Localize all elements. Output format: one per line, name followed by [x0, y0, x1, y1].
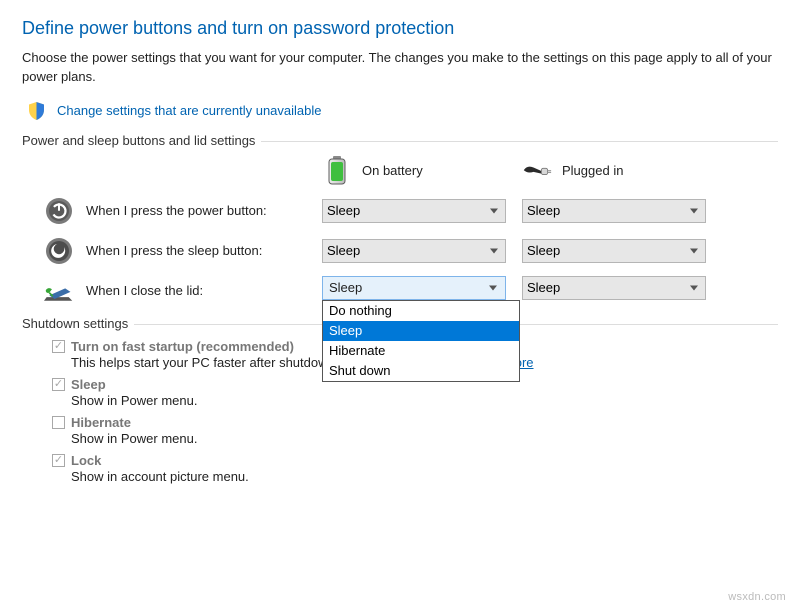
power-sleep-group: Power and sleep buttons and lid settings…: [22, 141, 778, 306]
sleep-button-row-label: When I press the sleep button:: [86, 243, 262, 258]
sleep-desc: Show in Power menu.: [71, 392, 778, 410]
admin-link[interactable]: Change settings that are currently unava…: [57, 103, 322, 118]
sleep-button-icon: [44, 236, 74, 266]
power-button-battery-select[interactable]: Sleep: [322, 199, 506, 223]
fast-startup-checkbox[interactable]: [52, 340, 65, 353]
lid-icon: [44, 276, 74, 306]
lock-item: Lock Show in account picture menu.: [52, 453, 778, 486]
sleep-label: Sleep: [71, 377, 106, 392]
power-button-plugged-select[interactable]: Sleep: [522, 199, 706, 223]
shield-icon: [22, 97, 50, 125]
column-plugged-label: Plugged in: [562, 163, 623, 178]
lid-option-hibernate[interactable]: Hibernate: [323, 341, 519, 361]
sleep-button-battery-select[interactable]: Sleep: [322, 239, 506, 263]
power-button-icon: [44, 196, 74, 226]
lid-option-shut-down[interactable]: Shut down: [323, 361, 519, 381]
lid-row-label: When I close the lid:: [86, 283, 203, 298]
plug-icon: [522, 156, 552, 186]
hibernate-desc: Show in Power menu.: [71, 430, 778, 448]
row-sleep-button: When I press the sleep button: Sleep Sle…: [22, 236, 778, 266]
sleep-item: Sleep Show in Power menu.: [52, 377, 778, 410]
lid-battery-dropdown: Do nothing Sleep Hibernate Shut down: [322, 300, 520, 382]
battery-icon: [322, 156, 352, 186]
lock-desc: Show in account picture menu.: [71, 468, 778, 486]
group1-label: Power and sleep buttons and lid settings: [22, 133, 261, 148]
power-button-row-label: When I press the power button:: [86, 203, 267, 218]
row-lid-close: When I close the lid: Sleep Do nothing S…: [22, 276, 778, 306]
sleep-button-plugged-select[interactable]: Sleep: [522, 239, 706, 263]
page-title: Define power buttons and turn on passwor…: [22, 18, 778, 39]
lid-option-do-nothing[interactable]: Do nothing: [323, 301, 519, 321]
lock-checkbox[interactable]: [52, 454, 65, 467]
lid-option-sleep[interactable]: Sleep: [323, 321, 519, 341]
lid-battery-select-value: Sleep: [329, 280, 362, 295]
row-power-button: When I press the power button: Sleep Sle…: [22, 196, 778, 226]
lid-plugged-select[interactable]: Sleep: [522, 276, 706, 300]
group2-label: Shutdown settings: [22, 316, 134, 331]
page-intro: Choose the power settings that you want …: [22, 49, 778, 87]
hibernate-item: Hibernate Show in Power menu.: [52, 415, 778, 448]
lock-label: Lock: [71, 453, 101, 468]
sleep-checkbox[interactable]: [52, 378, 65, 391]
hibernate-checkbox[interactable]: [52, 416, 65, 429]
column-battery-label: On battery: [362, 163, 423, 178]
watermark: wsxdn.com: [728, 591, 786, 603]
hibernate-label: Hibernate: [71, 415, 131, 430]
fast-startup-label: Turn on fast startup (recommended): [71, 339, 294, 354]
lid-battery-select[interactable]: Sleep: [322, 276, 506, 300]
